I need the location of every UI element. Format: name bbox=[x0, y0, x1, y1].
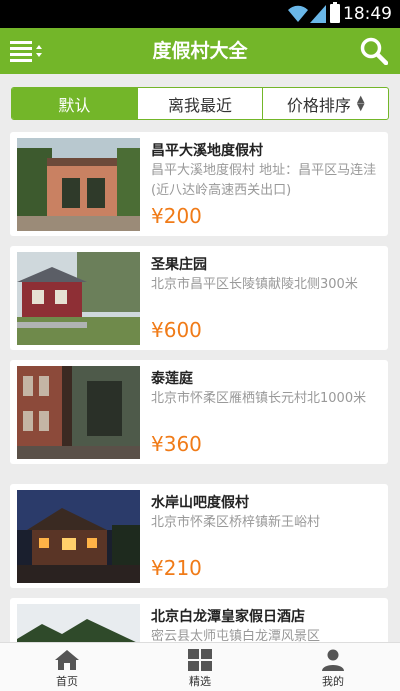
resort-price: ¥600 bbox=[151, 318, 202, 342]
grid-icon bbox=[188, 649, 212, 671]
resort-address: 北京市昌平区长陵镇献陵北侧300米 bbox=[151, 277, 358, 292]
resort-address: 北京市怀柔区雁栖镇长元村北1000米 bbox=[151, 391, 367, 406]
tab-price-sort[interactable]: 价格排序 ▲ ▼ bbox=[262, 88, 388, 119]
user-icon bbox=[322, 649, 344, 671]
resort-name: 昌平大溪地度假村 bbox=[151, 143, 263, 159]
resort-price: ¥210 bbox=[151, 556, 202, 580]
resort-thumbnail bbox=[17, 604, 140, 642]
wifi-icon bbox=[288, 5, 308, 22]
tab-label: 离我最近 bbox=[168, 95, 233, 115]
resort-name: 圣果庄园 bbox=[151, 257, 207, 273]
home-icon bbox=[55, 650, 79, 670]
resort-address: 北京市怀柔区桥梓镇新王峪村 bbox=[151, 515, 321, 530]
battery-icon bbox=[330, 2, 340, 23]
resort-name: 水岸山吧度假村 bbox=[151, 495, 249, 511]
resort-list: 昌平大溪地度假村 昌平大溪地度假村 地址：昌平区马连洼(近八达岭高速西关出口) … bbox=[0, 132, 400, 642]
nav-label: 首页 bbox=[56, 675, 78, 688]
sort-arrows-icon: ▲ ▼ bbox=[356, 93, 365, 113]
resort-name: 北京白龙潭皇家假日酒店 bbox=[151, 609, 305, 625]
resort-price: ¥360 bbox=[151, 432, 202, 456]
sort-tabs: 默认 离我最近 价格排序 ▲ ▼ bbox=[11, 87, 389, 120]
resort-thumbnail bbox=[17, 252, 140, 345]
page-title: 度假村大全 bbox=[152, 40, 248, 62]
resort-thumbnail bbox=[17, 138, 140, 231]
tab-default[interactable]: 默认 bbox=[12, 88, 137, 119]
list-item[interactable]: 泰莲庭 北京市怀柔区雁栖镇长元村北1000米 ¥360 bbox=[10, 360, 388, 464]
tab-label: 默认 bbox=[58, 95, 91, 115]
bottom-nav: 首页 精选 我的 bbox=[0, 642, 400, 691]
nav-featured[interactable]: 精选 bbox=[155, 643, 245, 691]
resort-thumbnail bbox=[17, 490, 140, 583]
list-item[interactable]: 圣果庄园 北京市昌平区长陵镇献陵北侧300米 ¥600 bbox=[10, 246, 388, 350]
status-bar: 18:49 bbox=[0, 0, 400, 28]
resort-price: ¥200 bbox=[151, 204, 202, 228]
app-header: 度假村大全 bbox=[0, 28, 400, 74]
search-icon[interactable] bbox=[360, 37, 388, 65]
nav-profile[interactable]: 我的 bbox=[288, 643, 378, 691]
list-item[interactable]: 水岸山吧度假村 北京市怀柔区桥梓镇新王峪村 ¥210 bbox=[10, 484, 388, 588]
list-item[interactable]: 北京白龙潭皇家假日酒店 密云县太师屯镇白龙潭风景区 bbox=[10, 598, 388, 642]
resort-name: 泰莲庭 bbox=[151, 371, 193, 387]
resort-address: 昌平大溪地度假村 地址：昌平区马连洼(近八达岭高速西关出口) bbox=[151, 163, 377, 198]
nav-label: 我的 bbox=[322, 675, 344, 688]
tab-nearest[interactable]: 离我最近 bbox=[136, 88, 263, 119]
signal-icon bbox=[310, 5, 326, 23]
nav-home[interactable]: 首页 bbox=[22, 643, 112, 691]
clock: 18:49 bbox=[343, 4, 392, 24]
list-item[interactable]: 昌平大溪地度假村 昌平大溪地度假村 地址：昌平区马连洼(近八达岭高速西关出口) … bbox=[10, 132, 388, 236]
resort-address: 密云县太师屯镇白龙潭风景区 bbox=[151, 629, 321, 642]
nav-label: 精选 bbox=[189, 675, 211, 688]
resort-thumbnail bbox=[17, 366, 140, 459]
tab-label: 价格排序 bbox=[286, 95, 351, 115]
